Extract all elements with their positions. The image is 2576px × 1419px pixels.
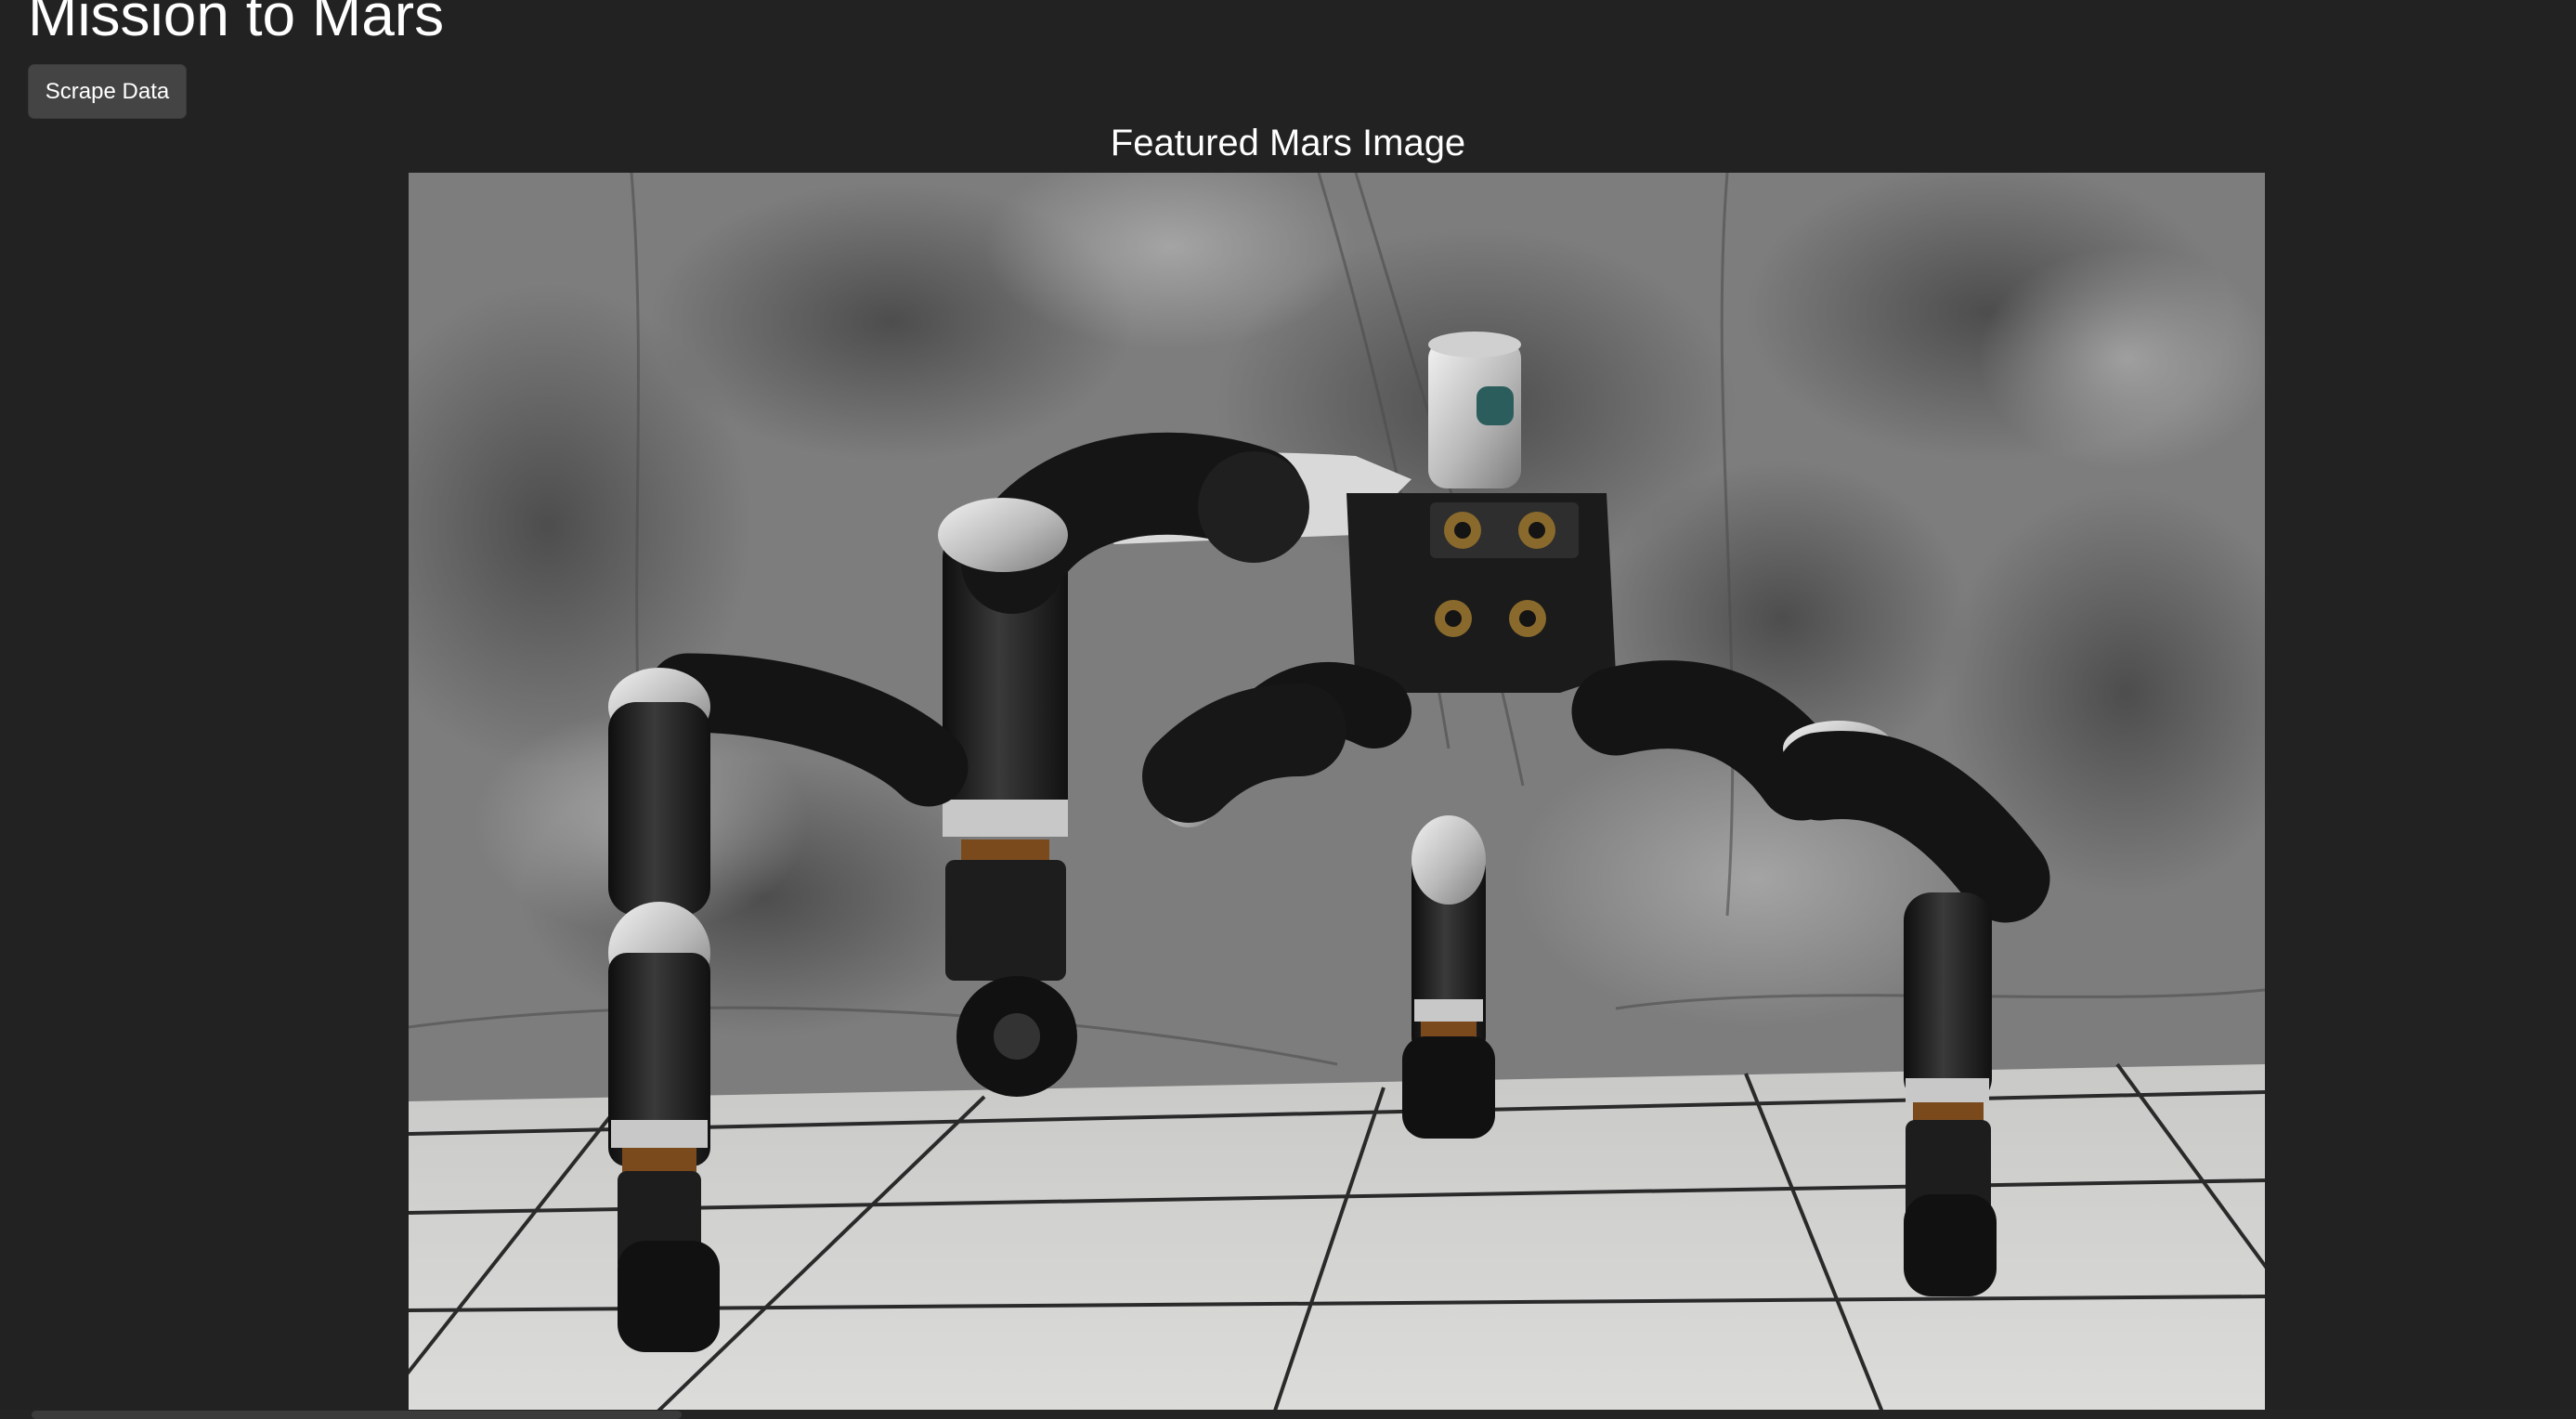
scrape-data-button[interactable]: Scrape Data	[28, 64, 187, 119]
horizontal-scrollbar-thumb[interactable]	[32, 1411, 682, 1419]
featured-mars-image[interactable]	[409, 173, 2265, 1419]
featured-image-heading: Featured Mars Image	[1110, 123, 1466, 163]
page-title: Mission to Mars	[28, 0, 445, 48]
featured-image-illustration	[409, 173, 2265, 1419]
